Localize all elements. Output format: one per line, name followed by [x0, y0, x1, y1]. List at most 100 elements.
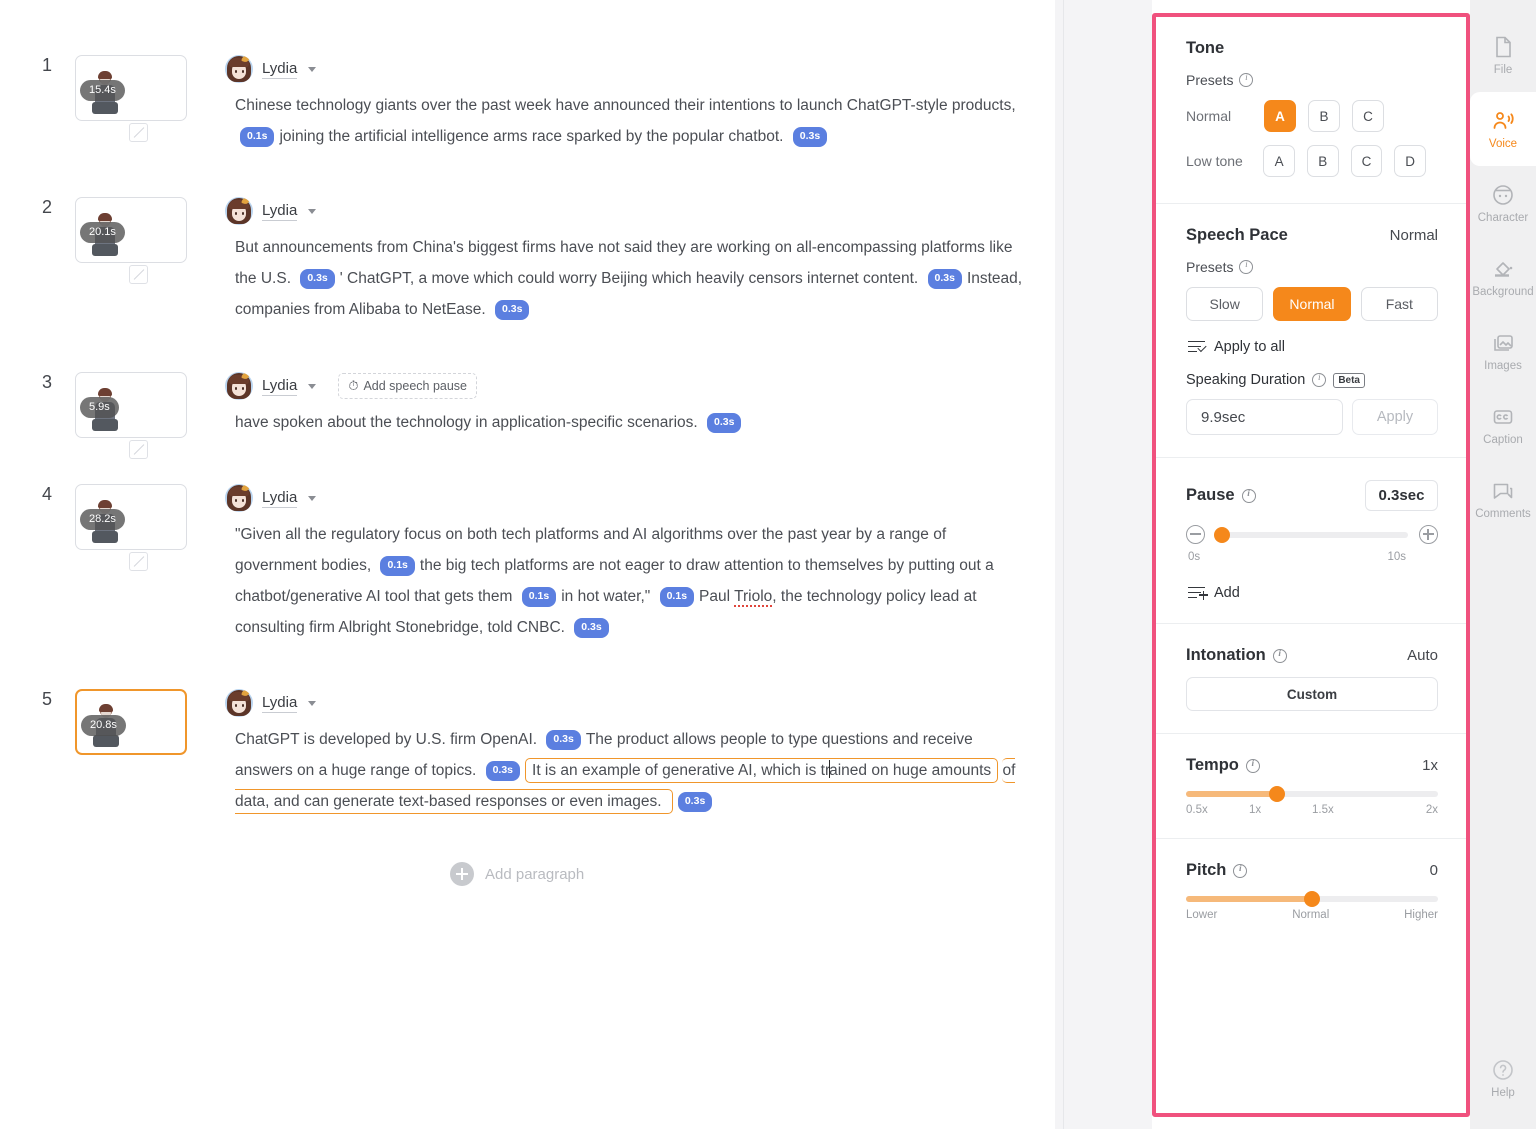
- scene-duration-badge: 20.8s: [81, 715, 126, 736]
- paragraph-text[interactable]: ChatGPT is developed by U.S. firm OpenAI…: [225, 724, 1025, 817]
- sidebar-item-character[interactable]: Character: [1470, 166, 1536, 240]
- pause-chip[interactable]: 0.1s: [380, 556, 415, 576]
- tone-normal-option-b[interactable]: B: [1308, 100, 1340, 132]
- pitch-section: Pitch 0 Lower Normal Higher: [1156, 838, 1466, 943]
- info-icon[interactable]: [1245, 758, 1260, 773]
- tempo-title-wrap: Tempo: [1186, 756, 1260, 775]
- tone-normal-option-c[interactable]: C: [1352, 100, 1384, 132]
- pause-chip[interactable]: 0.3s: [485, 761, 521, 781]
- plus-icon[interactable]: [1419, 525, 1438, 544]
- add-paragraph-button[interactable]: Add paragraph: [450, 862, 584, 886]
- tone-low-option-b[interactable]: B: [1306, 145, 1339, 177]
- intonation-custom-button[interactable]: Custom: [1186, 677, 1438, 711]
- tone-low-row: Low tone A B C D: [1186, 145, 1438, 177]
- pause-chip[interactable]: 0.3s: [495, 300, 530, 320]
- tempo-slider-knob[interactable]: [1268, 786, 1285, 802]
- paragraph-text[interactable]: But announcements from China's biggest f…: [225, 232, 1025, 325]
- pause-chip[interactable]: 0.3s: [546, 730, 581, 750]
- transition-icon[interactable]: [129, 265, 148, 284]
- pause-chip[interactable]: 0.1s: [521, 587, 557, 607]
- sidebar-item-images[interactable]: Images: [1470, 314, 1536, 388]
- chevron-down-icon[interactable]: [308, 495, 317, 501]
- speaking-duration-input[interactable]: 9.9sec: [1186, 399, 1343, 435]
- tone-low-option-a[interactable]: A: [1263, 145, 1295, 177]
- text-segment: joining the artificial intelligence arms…: [279, 128, 788, 145]
- chevron-down-icon[interactable]: [308, 66, 317, 72]
- pause-chip[interactable]: 0.1s: [240, 127, 275, 147]
- paragraph-text[interactable]: Chinese technology giants over the past …: [225, 90, 1025, 152]
- apply-duration-button[interactable]: Apply: [1352, 399, 1438, 435]
- speaker-name[interactable]: Lydia: [262, 489, 298, 508]
- paragraph-text[interactable]: "Given all the regulatory focus on both …: [225, 519, 1025, 643]
- info-icon[interactable]: [1312, 373, 1327, 387]
- chevron-down-icon[interactable]: [308, 700, 317, 706]
- sidebar-item-background[interactable]: Background: [1470, 240, 1536, 314]
- scene-thumbnail[interactable]: 5.9s: [75, 372, 187, 438]
- pause-chip[interactable]: 0.3s: [677, 792, 713, 812]
- transition-icon[interactable]: [129, 123, 148, 142]
- pitch-slider-knob[interactable]: [1304, 891, 1320, 907]
- tone-low-option-d[interactable]: D: [1394, 145, 1427, 177]
- speaker-name[interactable]: Lydia: [262, 202, 298, 221]
- info-icon[interactable]: [1272, 648, 1287, 663]
- plus-icon: [450, 862, 474, 886]
- selected-sentence-part-2[interactable]: ained on huge amounts: [829, 758, 999, 783]
- right-sidebar-rail: File Voice Character Background Images C…: [1470, 0, 1536, 1129]
- sidebar-item-comments[interactable]: Comments: [1470, 462, 1536, 536]
- sidebar-label-character: Character: [1477, 211, 1529, 224]
- speaker-name[interactable]: Lydia: [262, 377, 298, 396]
- pause-slider-knob[interactable]: [1213, 526, 1230, 543]
- pause-slider-track[interactable]: [1213, 526, 1408, 543]
- pace-option-slow[interactable]: Slow: [1186, 287, 1264, 321]
- pause-chip[interactable]: 0.3s: [707, 413, 742, 433]
- paragraph-body: Lydia Chinese technology giants over the…: [225, 55, 1045, 152]
- speaker-line: Lydia: [225, 197, 1045, 225]
- pause-min-label: 0s: [1188, 551, 1201, 563]
- info-icon[interactable]: [1239, 73, 1254, 87]
- pitch-title-wrap: Pitch: [1186, 861, 1248, 880]
- selected-sentence-part-1[interactable]: It is an example of generative AI, which…: [525, 758, 831, 783]
- chevron-down-icon[interactable]: [308, 208, 317, 214]
- info-icon[interactable]: [1241, 488, 1256, 503]
- minus-icon[interactable]: [1186, 525, 1205, 544]
- pause-chip[interactable]: 0.1s: [659, 587, 695, 607]
- add-speech-pause-button[interactable]: ⏱ Add speech pause: [338, 373, 478, 399]
- info-icon[interactable]: [1239, 260, 1254, 274]
- speech-pace-value: Normal: [1389, 227, 1438, 244]
- transition-icon[interactable]: [129, 440, 148, 459]
- pitch-slider-track[interactable]: [1186, 891, 1438, 907]
- scene-thumbnail-selected[interactable]: 20.8s: [75, 689, 187, 755]
- sidebar-item-help[interactable]: Help: [1470, 1041, 1536, 1115]
- add-pause-button[interactable]: Add: [1186, 585, 1438, 601]
- tempo-slider-track[interactable]: [1186, 786, 1438, 802]
- speaker-name[interactable]: Lydia: [262, 694, 298, 713]
- info-icon[interactable]: [1233, 863, 1248, 878]
- speech-pace-section: Speech Pace Normal Presets Slow Normal F…: [1156, 203, 1466, 457]
- transition-icon[interactable]: [129, 552, 148, 571]
- tempo-tick-2: 1.5x: [1312, 804, 1334, 816]
- scene-thumbnail[interactable]: 28.2s: [75, 484, 187, 550]
- file-icon: [1491, 35, 1515, 59]
- speaker-line: Lydia ⏱ Add speech pause: [225, 372, 1045, 400]
- sidebar-item-voice[interactable]: Voice: [1470, 92, 1536, 166]
- pace-option-fast[interactable]: Fast: [1360, 287, 1438, 321]
- pause-chip[interactable]: 0.3s: [300, 269, 335, 289]
- pause-chip[interactable]: 0.3s: [574, 618, 609, 638]
- apply-to-all-button[interactable]: Apply to all: [1186, 339, 1438, 355]
- pause-chip[interactable]: 0.3s: [792, 127, 828, 147]
- pause-chip[interactable]: 0.3s: [927, 269, 962, 289]
- scene-thumbnail[interactable]: 20.1s: [75, 197, 187, 263]
- intonation-section: Intonation Auto Custom: [1156, 623, 1466, 733]
- sidebar-item-caption[interactable]: Caption: [1470, 388, 1536, 462]
- speaker-name[interactable]: Lydia: [262, 60, 298, 79]
- speaker-line: Lydia: [225, 484, 1045, 512]
- sidebar-item-file[interactable]: File: [1470, 18, 1536, 92]
- pause-value[interactable]: 0.3sec: [1365, 480, 1438, 511]
- scene-thumbnail[interactable]: 15.4s: [75, 55, 187, 121]
- character-icon: [1491, 183, 1515, 207]
- pace-option-normal[interactable]: Normal: [1273, 287, 1351, 321]
- tone-normal-option-a[interactable]: A: [1264, 100, 1296, 132]
- chevron-down-icon[interactable]: [308, 383, 317, 389]
- paragraph-text[interactable]: have spoken about the technology in appl…: [225, 407, 1025, 438]
- tone-low-option-c[interactable]: C: [1350, 145, 1383, 177]
